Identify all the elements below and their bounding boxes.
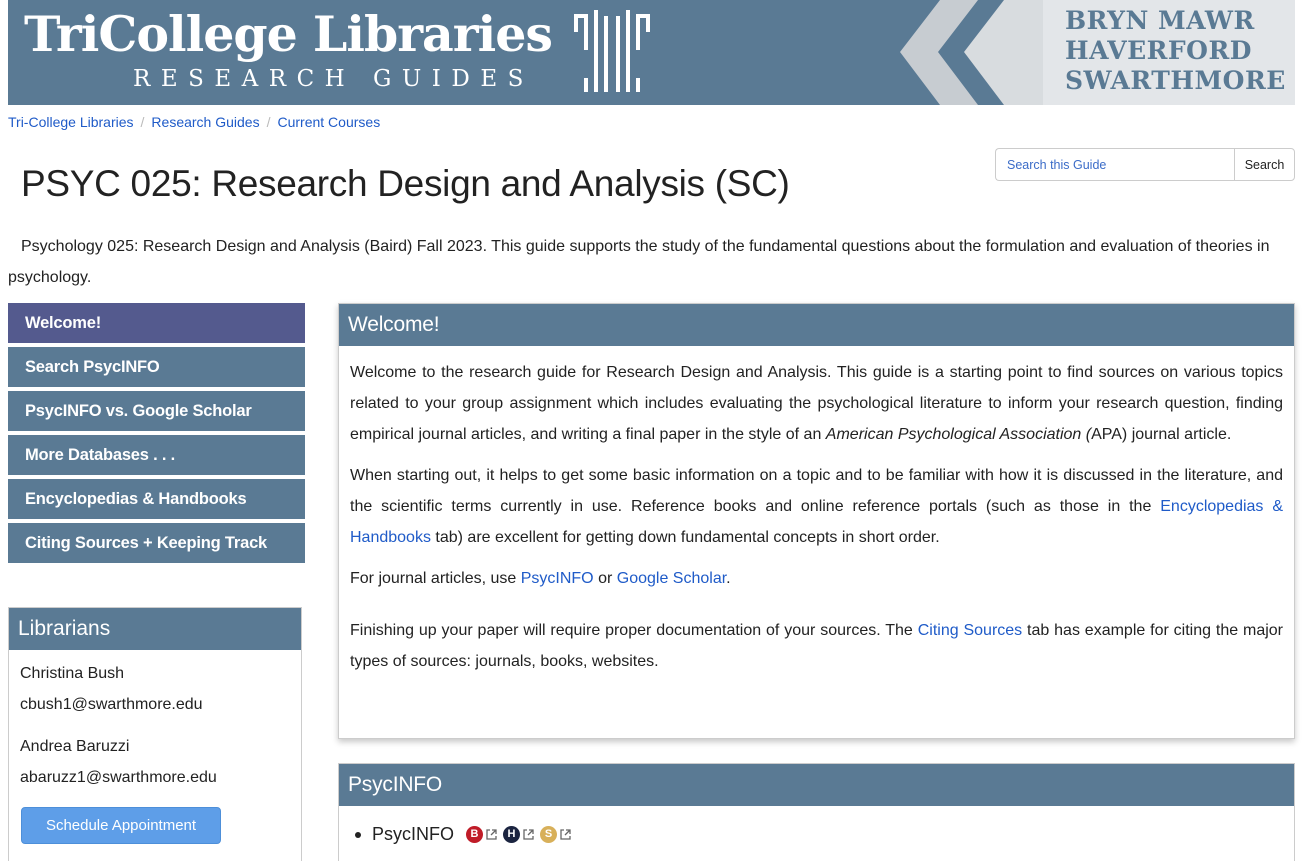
guide-nav: Welcome! Search PsycINFO PsycINFO vs. Go… bbox=[8, 303, 305, 567]
banner-title: TriCollege Libraries bbox=[24, 5, 553, 63]
chevron-decoration-icon bbox=[900, 0, 1048, 105]
psycinfo-box: PsycINFO PsycINFO B H S bbox=[338, 763, 1295, 861]
librarians-box: Librarians Christina Bush cbush1@swarthm… bbox=[8, 607, 302, 861]
guide-search: Search bbox=[995, 148, 1295, 181]
bryn-mawr-access-badge[interactable]: B bbox=[466, 826, 484, 843]
welcome-paragraph: Finishing up your paper will require pro… bbox=[350, 622, 1284, 670]
colleges-panel: BRYN MAWR HAVERFORD SWARTHMORE bbox=[1043, 0, 1295, 105]
page-title: PSYC 025: Research Design and Analysis (… bbox=[21, 163, 790, 204]
banner-subtitle: RESEARCH GUIDES bbox=[133, 66, 534, 92]
nav-tab-psycinfo-vs-scholar[interactable]: PsycINFO vs. Google Scholar bbox=[8, 391, 305, 431]
breadcrumb-tri-college[interactable]: Tri-College Libraries bbox=[8, 114, 134, 130]
nav-tab-search-psycinfo[interactable]: Search PsycINFO bbox=[8, 347, 305, 387]
librarian-email: abaruzz1@swarthmore.edu bbox=[20, 769, 217, 786]
external-link-icon bbox=[523, 829, 534, 840]
college-haverford: HAVERFORD bbox=[1065, 36, 1252, 65]
psycinfo-link[interactable]: PsycINFO bbox=[521, 570, 594, 587]
breadcrumb: Tri-College Libraries / Research Guides / Cu… bbox=[8, 114, 381, 130]
college-bryn-mawr: BRYN MAWR bbox=[1065, 6, 1255, 35]
nav-tab-more-databases[interactable]: More Databases . . . bbox=[8, 435, 305, 475]
nav-tab-citing-sources[interactable]: Citing Sources + Keeping Track bbox=[8, 523, 305, 563]
welcome-paragraph: For journal articles, use PsycINFO or Go… bbox=[350, 570, 731, 587]
bullet-icon bbox=[355, 831, 361, 838]
welcome-body: Welcome to the research guide for Resear… bbox=[339, 346, 1294, 677]
librarian-name: Andrea Baruzzi bbox=[20, 738, 130, 755]
search-input[interactable] bbox=[995, 148, 1234, 181]
page-description: Psychology 025: Research Design and Anal… bbox=[8, 238, 1270, 286]
external-link-icon bbox=[486, 829, 497, 840]
librarian-name: Christina Bush bbox=[20, 665, 125, 682]
swarthmore-access-badge[interactable]: S bbox=[540, 826, 558, 843]
column-logo-icon bbox=[574, 10, 650, 92]
schedule-appointment-button[interactable]: Schedule Appointment bbox=[21, 807, 221, 844]
database-list: PsycINFO B H S bbox=[339, 806, 1294, 845]
haverford-access-badge[interactable]: H bbox=[503, 826, 521, 843]
welcome-paragraph: When starting out, it helps to get some … bbox=[350, 467, 1283, 546]
google-scholar-link[interactable]: Google Scholar bbox=[617, 570, 726, 587]
welcome-box: Welcome! Welcome to the research guide f… bbox=[338, 303, 1295, 739]
college-swarthmore: SWARTHMORE bbox=[1065, 66, 1286, 95]
external-link-icon bbox=[560, 829, 571, 840]
citing-sources-link[interactable]: Citing Sources bbox=[918, 622, 1022, 639]
nav-tab-encyclopedias[interactable]: Encyclopedias & Handbooks bbox=[8, 479, 305, 519]
welcome-heading: Welcome! bbox=[339, 304, 1294, 346]
nav-tab-welcome[interactable]: Welcome! bbox=[8, 303, 305, 343]
search-button[interactable]: Search bbox=[1234, 148, 1295, 181]
librarians-heading: Librarians bbox=[9, 608, 301, 650]
site-banner[interactable]: TriCollege Libraries RESEARCH GUIDES BRY… bbox=[8, 0, 1295, 105]
psycinfo-heading: PsycINFO bbox=[339, 764, 1294, 806]
breadcrumb-current-courses[interactable]: Current Courses bbox=[277, 114, 380, 130]
librarian-email: cbush1@swarthmore.edu bbox=[20, 696, 203, 713]
database-name: PsycINFO bbox=[372, 824, 455, 844]
welcome-paragraph: Welcome to the research guide for Resear… bbox=[350, 364, 1283, 443]
breadcrumb-research-guides[interactable]: Research Guides bbox=[151, 114, 259, 130]
